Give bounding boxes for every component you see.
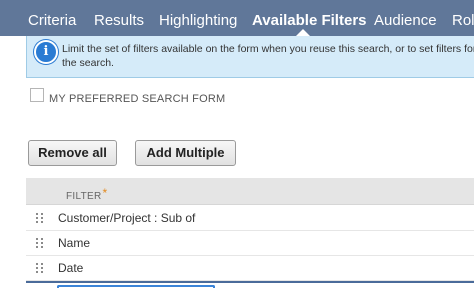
table-row[interactable]: Date — [26, 256, 474, 281]
preferred-search-form-checkbox[interactable] — [30, 88, 44, 102]
filters-table: FILTER* Customer/Project : Sub of Name D… — [26, 178, 474, 288]
table-header: FILTER* — [26, 178, 474, 205]
drag-handle-icon[interactable] — [36, 213, 44, 224]
tab-roles[interactable]: Roles — [452, 12, 474, 30]
filter-cell: Date — [58, 261, 84, 275]
tab-criteria[interactable]: Criteria — [28, 12, 76, 30]
tab-available-filters[interactable]: Available Filters — [252, 12, 367, 30]
info-icon: i — [34, 40, 58, 64]
tab-highlighting[interactable]: Highlighting — [159, 12, 237, 30]
tab-audience[interactable]: Audience — [374, 12, 437, 30]
drag-handle-icon[interactable] — [36, 238, 44, 249]
table-row[interactable]: Customer/Project : Sub of — [26, 206, 474, 231]
drag-handle-icon[interactable] — [36, 263, 44, 274]
filter-cell: Name — [58, 236, 91, 250]
required-marker: * — [102, 186, 108, 200]
preferred-search-form-label: MY PREFERRED SEARCH FORM — [49, 93, 226, 105]
info-banner: i Limit the set of filters available on … — [26, 36, 474, 78]
filter-column-header: FILTER* — [66, 186, 108, 202]
subtab-bar: Criteria Results Highlighting Available … — [0, 0, 474, 36]
filter-column-label: FILTER — [66, 191, 102, 202]
new-filter-row[interactable] — [26, 281, 474, 288]
filter-cell: Customer/Project : Sub of — [58, 211, 196, 225]
add-multiple-button[interactable]: Add Multiple — [135, 140, 236, 166]
tab-results[interactable]: Results — [94, 12, 144, 30]
remove-all-button[interactable]: Remove all — [28, 140, 117, 166]
info-banner-text: Limit the set of filters available on th… — [62, 43, 474, 69]
table-row[interactable]: Name — [26, 231, 474, 256]
active-tab-pointer — [296, 29, 310, 36]
